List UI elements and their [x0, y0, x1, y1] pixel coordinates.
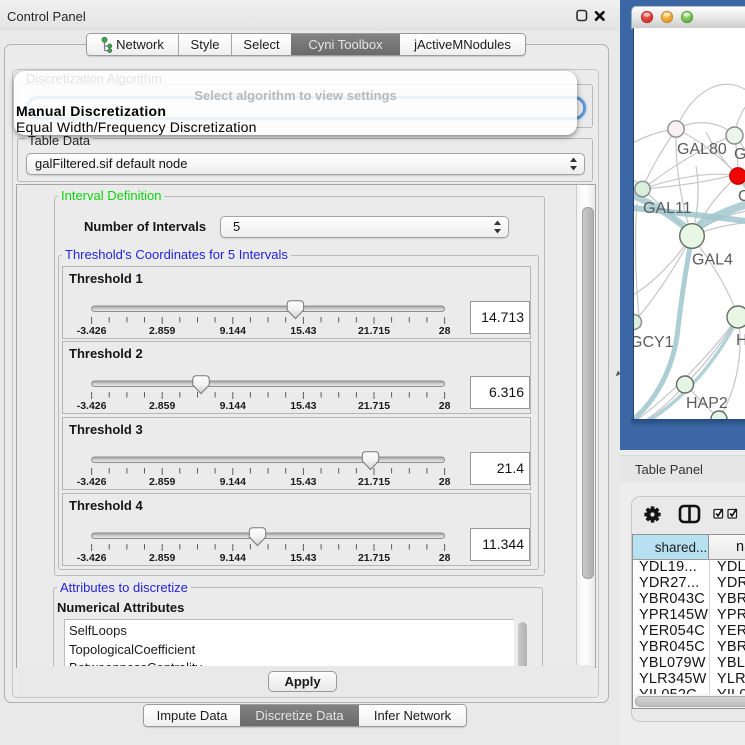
svg-text:15.43: 15.43 — [290, 476, 316, 487]
svg-text:GAL11: GAL11 — [643, 200, 692, 217]
svg-text:15.43: 15.43 — [290, 325, 316, 336]
svg-text:9.144: 9.144 — [220, 400, 246, 411]
svg-text:HAP2: HAP2 — [686, 395, 728, 412]
svg-text:2.859: 2.859 — [149, 476, 175, 487]
svg-text:GAL80: GAL80 — [677, 141, 727, 158]
svg-text:21.715: 21.715 — [358, 325, 390, 336]
svg-text:-3.426: -3.426 — [77, 400, 107, 411]
svg-text:2.859: 2.859 — [149, 325, 175, 336]
svg-text:2.859: 2.859 — [149, 400, 175, 411]
svg-text:GCY1: GCY1 — [634, 334, 674, 351]
svg-text:2.859: 2.859 — [149, 552, 175, 563]
svg-text:H: H — [736, 332, 745, 349]
svg-text:28: 28 — [439, 552, 451, 563]
svg-text:21.715: 21.715 — [358, 552, 390, 563]
svg-text:-3.426: -3.426 — [77, 325, 107, 336]
svg-text:GAL4: GAL4 — [692, 252, 733, 269]
svg-text:21.715: 21.715 — [358, 400, 390, 411]
svg-text:28: 28 — [439, 325, 451, 336]
svg-text:15.43: 15.43 — [290, 552, 316, 563]
svg-text:15.43: 15.43 — [290, 400, 316, 411]
svg-text:21.715: 21.715 — [358, 476, 390, 487]
svg-text:-3.426: -3.426 — [77, 552, 107, 563]
svg-text:9.144: 9.144 — [220, 552, 246, 563]
svg-text:GA: GA — [734, 146, 745, 163]
svg-text:28: 28 — [439, 476, 451, 487]
svg-text:9.144: 9.144 — [220, 476, 246, 487]
svg-text:28: 28 — [439, 400, 451, 411]
svg-text:C: C — [738, 188, 745, 205]
svg-text:-3.426: -3.426 — [77, 476, 107, 487]
svg-text:9.144: 9.144 — [220, 325, 246, 336]
